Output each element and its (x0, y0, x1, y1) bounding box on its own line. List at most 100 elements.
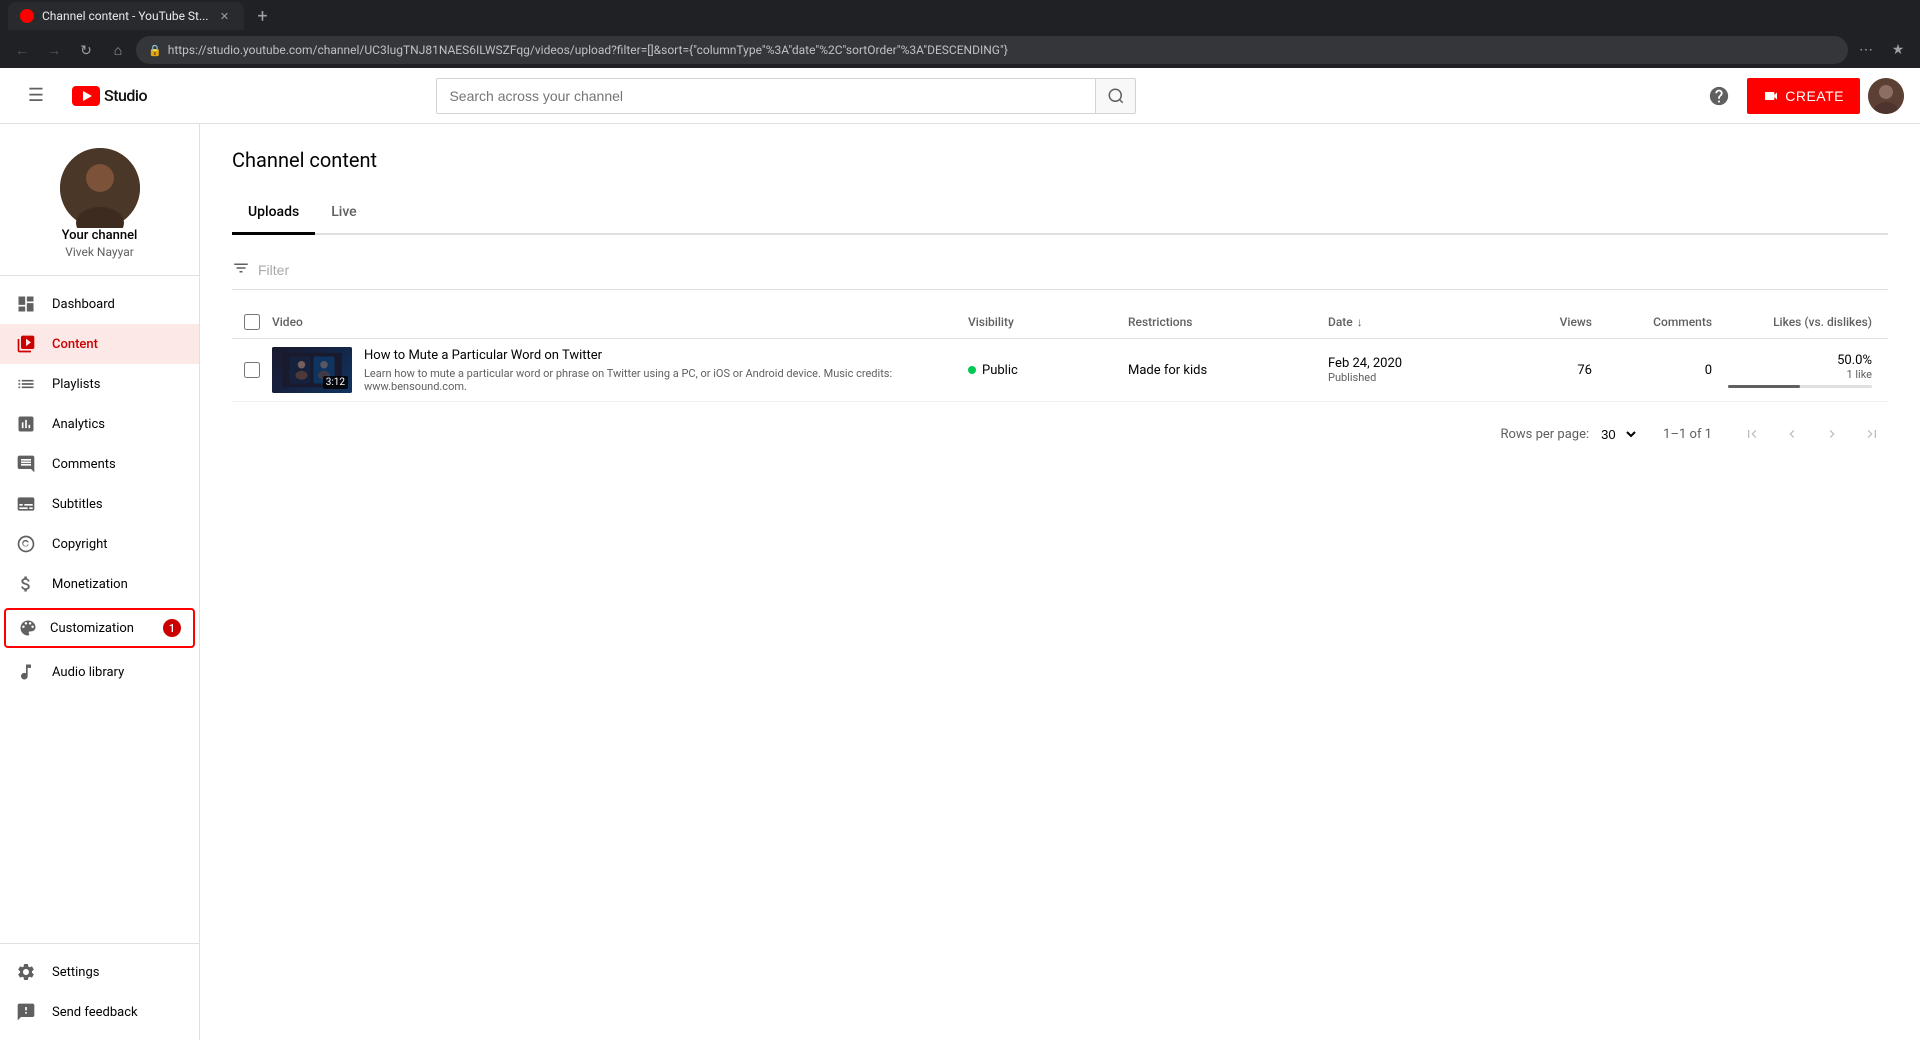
hamburger-icon: ☰ (28, 85, 44, 106)
sidebar-item-playlists[interactable]: Playlists (0, 364, 199, 404)
search-bar (436, 78, 1136, 114)
filter-icon[interactable] (232, 259, 250, 281)
sidebar-item-label-monetization: Monetization (52, 577, 183, 592)
user-avatar[interactable] (1868, 78, 1904, 114)
rows-per-page-select[interactable]: 30 50 100 (1597, 426, 1639, 443)
search-icon (1107, 87, 1125, 105)
sidebar-item-label-playlists: Playlists (52, 377, 183, 392)
logo-area[interactable]: Studio (72, 86, 147, 106)
sidebar-item-label-dashboard: Dashboard (52, 297, 183, 312)
sidebar-item-customization[interactable]: Customization 1 (4, 608, 195, 648)
create-button[interactable]: CREATE (1747, 78, 1860, 114)
sidebar-item-subtitles[interactable]: Subtitles (0, 484, 199, 524)
browser-actions: ⋯ ★ (1852, 36, 1912, 64)
help-icon (1708, 85, 1730, 107)
tabs-bar: Uploads Live (232, 192, 1888, 235)
sidebar-item-label-customization: Customization (50, 621, 151, 636)
youtube-logo-icon (72, 86, 100, 106)
next-page-button[interactable] (1816, 418, 1848, 450)
sidebar-item-label-settings: Settings (52, 965, 183, 980)
page-range: 1–1 of 1 (1663, 427, 1712, 442)
home-button[interactable]: ⌂ (104, 36, 132, 64)
new-tab-button[interactable]: + (248, 2, 276, 30)
sidebar-item-dashboard[interactable]: Dashboard (0, 284, 199, 324)
sidebar-item-label-comments: Comments (52, 457, 183, 472)
sidebar-item-settings[interactable]: Settings (0, 952, 199, 992)
page-title: Channel content (232, 148, 1888, 172)
header-comments: Comments (1608, 315, 1728, 329)
refresh-button[interactable]: ↻ (72, 36, 100, 64)
filter-bar (232, 251, 1888, 290)
browser-tab-active[interactable]: Channel content - YouTube St... ✕ (8, 2, 244, 30)
last-page-button[interactable] (1856, 418, 1888, 450)
header-check (232, 314, 272, 330)
video-thumbnail[interactable]: 3:12 (272, 347, 352, 393)
visibility-label: Public (982, 363, 1018, 378)
row-checkbox[interactable] (244, 362, 260, 378)
send-feedback-icon (16, 1002, 36, 1022)
sidebar-item-audio-library[interactable]: Audio library (0, 652, 199, 692)
sidebar: Your channel Vivek Nayyar Dashboard Cont… (0, 124, 200, 1040)
likes-percent: 50.0% (1728, 353, 1872, 368)
header-restrictions: Restrictions (1128, 315, 1328, 329)
header-date[interactable]: Date ↓ (1328, 315, 1508, 329)
top-bar: ☰ Studio (0, 68, 1920, 124)
address-bar[interactable]: 🔒 https://studio.youtube.com/channel/UC3… (136, 36, 1848, 64)
select-all-checkbox[interactable] (244, 314, 260, 330)
extensions-button[interactable]: ⋯ (1852, 36, 1880, 64)
likes-count: 1 like (1728, 368, 1872, 381)
sidebar-nav: Dashboard Content Playlists (0, 276, 199, 943)
create-label: CREATE (1785, 88, 1844, 104)
likes-bar (1728, 385, 1872, 388)
channel-avatar[interactable] (60, 148, 140, 228)
tab-uploads[interactable]: Uploads (232, 192, 315, 235)
main-layout: Your channel Vivek Nayyar Dashboard Cont… (0, 124, 1920, 1040)
row-check (232, 362, 272, 378)
sidebar-bottom: Settings Send feedback (0, 943, 199, 1040)
back-button[interactable]: ← (8, 36, 36, 64)
customization-badge: 1 (163, 619, 181, 637)
sidebar-item-label-analytics: Analytics (52, 417, 183, 432)
help-button[interactable] (1699, 76, 1739, 116)
sidebar-item-label-content: Content (52, 337, 183, 352)
comments-icon (16, 454, 36, 474)
search-input-wrapper (436, 78, 1136, 114)
copyright-icon (16, 534, 36, 554)
sidebar-item-label-audio-library: Audio library (52, 665, 183, 680)
tab-close-button[interactable]: ✕ (216, 8, 232, 24)
sidebar-item-monetization[interactable]: Monetization (0, 564, 199, 604)
sort-icon: ↓ (1357, 315, 1363, 329)
row-visibility: Public (968, 363, 1128, 378)
sidebar-item-comments[interactable]: Comments (0, 444, 199, 484)
search-button[interactable] (1095, 78, 1135, 114)
forward-button[interactable]: → (40, 36, 68, 64)
row-date-sub: Published (1328, 371, 1508, 384)
row-comments: 0 (1608, 363, 1728, 378)
channel-name: Your channel (62, 228, 138, 243)
tab-live[interactable]: Live (315, 192, 372, 235)
sidebar-item-send-feedback[interactable]: Send feedback (0, 992, 199, 1032)
tab-bar: Channel content - YouTube St... ✕ + (0, 0, 1920, 32)
search-input[interactable] (437, 79, 1095, 113)
studio-logo-text: Studio (104, 86, 147, 105)
content-icon (16, 334, 36, 354)
sidebar-item-analytics[interactable]: Analytics (0, 404, 199, 444)
video-desc: Learn how to mute a particular word or p… (364, 367, 968, 393)
prev-page-button[interactable] (1776, 418, 1808, 450)
sidebar-item-label-send-feedback: Send feedback (52, 1005, 183, 1020)
customization-icon (18, 618, 38, 638)
sidebar-item-content[interactable]: Content (0, 324, 199, 364)
filter-input[interactable] (258, 262, 1888, 278)
table-row: 3:12 How to Mute a Particular Word on Tw… (232, 339, 1888, 402)
channel-info: Your channel Vivek Nayyar (0, 124, 199, 276)
first-page-button[interactable] (1736, 418, 1768, 450)
channel-handle: Vivek Nayyar (65, 245, 134, 259)
row-views: 76 (1508, 363, 1608, 378)
sidebar-item-copyright[interactable]: Copyright (0, 524, 199, 564)
hamburger-button[interactable]: ☰ (16, 76, 56, 116)
analytics-icon (16, 414, 36, 434)
bookmark-button[interactable]: ★ (1884, 36, 1912, 64)
rows-per-page-label: Rows per page: (1500, 427, 1589, 442)
table-container: Video Visibility Restrictions Date ↓ Vie… (232, 306, 1888, 402)
header-video: Video (272, 315, 968, 329)
